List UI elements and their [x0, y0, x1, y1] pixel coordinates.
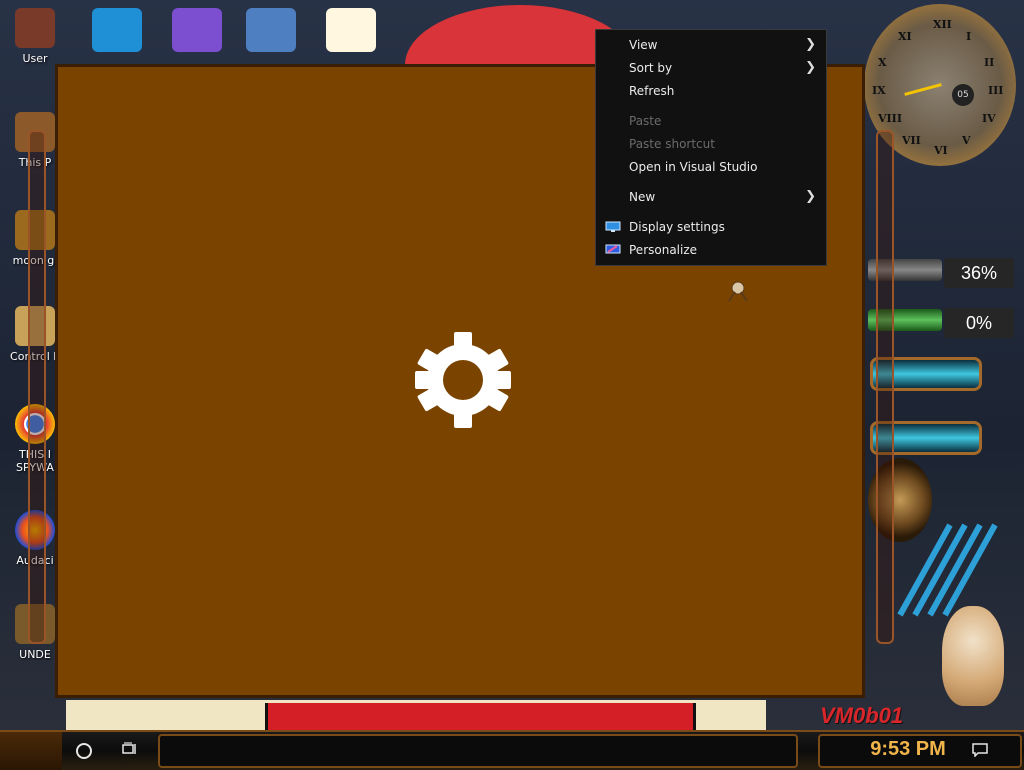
cpu-meter-text: 36% — [944, 258, 1014, 288]
context-menu-paste-shortcut[interactable]: Paste shortcut — [596, 133, 826, 155]
taskbar-apps-area[interactable] — [158, 734, 798, 768]
context-menu-view[interactable]: View ❯ — [596, 34, 826, 56]
search-circle-icon[interactable] — [76, 743, 92, 759]
notification-icon[interactable] — [972, 743, 988, 757]
clock-numeral: VI — [934, 144, 948, 157]
settings-gear-icon — [415, 332, 511, 428]
taskbar-time[interactable]: 9:53 PM — [853, 738, 963, 761]
context-menu-sort-by[interactable]: Sort by ❯ — [596, 57, 826, 79]
visual-studio-icon[interactable] — [172, 8, 222, 52]
chevron-right-icon: ❯ — [805, 189, 816, 204]
edge-icon[interactable] — [92, 8, 142, 52]
context-menu-refresh[interactable]: Refresh — [596, 80, 826, 102]
start-button[interactable] — [0, 732, 62, 770]
clock-numeral: XII — [933, 18, 952, 31]
clock-numeral: IX — [872, 84, 886, 97]
left-frame-rail — [28, 130, 46, 644]
context-menu-label: View — [629, 38, 658, 52]
clock-numeral: X — [878, 56, 887, 69]
clock-numeral: IV — [982, 112, 996, 125]
hxd-icon[interactable] — [326, 8, 376, 52]
context-menu-display-settings[interactable]: Display settings — [596, 216, 826, 238]
clock-numeral: I — [966, 30, 972, 43]
context-menu-label: Paste shortcut — [629, 137, 715, 151]
clock-numeral: VIII — [878, 112, 902, 125]
context-menu-label: Display settings — [629, 220, 725, 234]
context-menu-label: Personalize — [629, 243, 698, 257]
personalize-icon — [605, 244, 621, 254]
clock-numeral: V — [962, 134, 971, 147]
wallpaper-signature: VM0b01 — [820, 703, 904, 728]
context-menu-open-in-visual-studio[interactable]: Open in Visual Studio — [596, 156, 826, 178]
context-menu-label: New — [629, 190, 656, 204]
memory-meter-text: 0% — [944, 308, 1014, 338]
clock-numeral: III — [988, 84, 1004, 97]
context-menu-label: Paste — [629, 114, 662, 128]
context-menu-personalize[interactable]: Personalize — [596, 239, 826, 261]
mouse-cursor-icon — [728, 281, 748, 302]
context-menu-label: Sort by — [629, 61, 673, 75]
context-menu-new[interactable]: New ❯ — [596, 186, 826, 208]
desktop-icon-user[interactable]: User — [4, 8, 66, 65]
clock-subdial: 05 — [952, 84, 974, 106]
context-menu-label: Refresh — [629, 84, 675, 98]
context-menu-label: Open in Visual Studio — [629, 160, 758, 174]
taskbar: 9:53 PM — [0, 730, 1024, 770]
task-view-icon[interactable] — [122, 742, 138, 756]
user-folder-icon — [15, 8, 55, 48]
context-menu-paste[interactable]: Paste — [596, 110, 826, 132]
clock-numeral: VII — [902, 134, 921, 147]
taskbar-clock-area[interactable]: 9:53 PM — [818, 734, 1022, 768]
chevron-right-icon: ❯ — [805, 60, 816, 75]
desktop-context-menu: View ❯ Sort by ❯ Refresh Paste Paste sho… — [595, 29, 827, 266]
right-frame-rail — [876, 130, 894, 644]
clock-hour-hand — [904, 83, 942, 96]
clock-numeral: II — [984, 56, 995, 69]
clock-numeral: XI — [898, 30, 912, 43]
wallpaper-red-strip — [265, 703, 696, 730]
display-icon — [605, 221, 621, 232]
blue-rods-decoration — [897, 523, 998, 617]
hamster-image — [942, 606, 1004, 706]
virtualbox-icon[interactable] — [246, 8, 296, 52]
chevron-right-icon: ❯ — [805, 37, 816, 52]
